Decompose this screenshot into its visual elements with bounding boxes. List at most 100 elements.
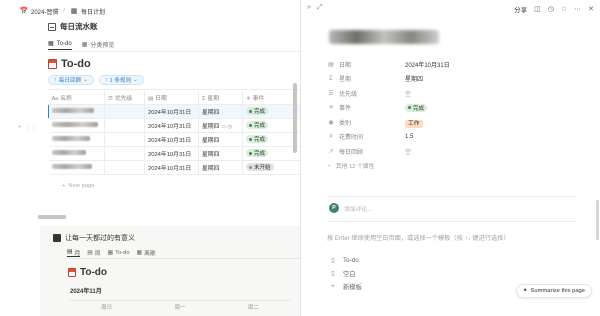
- page-icon: ▯: [331, 257, 335, 264]
- column-header-name[interactable]: Aa 名称: [48, 91, 105, 105]
- collapse-panel-icon[interactable]: »: [307, 4, 311, 12]
- chevron-down-icon: ⌄: [83, 77, 88, 83]
- category-tag[interactable]: 工作: [405, 119, 423, 128]
- breadcrumb: 📅 2024-習慣 / ▦ 每日计划: [20, 6, 105, 16]
- table-row[interactable]: 2024年10月31日 星期四 完成: [48, 104, 300, 119]
- cell-event[interactable]: 完成: [242, 104, 300, 119]
- summarize-button[interactable]: ✦ Summarize this page: [515, 284, 592, 298]
- database-title: 每日流水账: [48, 21, 98, 32]
- chevron-down-icon: ⌄: [327, 162, 332, 168]
- comment-icon[interactable]: ◫: [534, 5, 541, 13]
- table-row[interactable]: 2024年10月31日 星期四 未开始: [48, 160, 300, 175]
- more-icon[interactable]: ⋯: [574, 5, 581, 13]
- column-header-event[interactable]: ✳ 事件: [242, 91, 300, 105]
- comment-input[interactable]: 添加评论...: [344, 204, 372, 213]
- template-item-new[interactable]: + 新模板: [329, 280, 362, 293]
- status-dot: [408, 106, 411, 110]
- vertical-scrollbar[interactable]: [596, 200, 599, 240]
- cell-date[interactable]: 2024年10月31日: [144, 146, 199, 161]
- property-event[interactable]: ✳ 事件 完成: [327, 101, 577, 116]
- share-button[interactable]: 分享: [514, 4, 527, 14]
- tab-category-preview[interactable]: ▦ 分类预览: [82, 38, 115, 50]
- comment-box[interactable]: P 添加评论...: [329, 203, 372, 213]
- table-row[interactable]: 2024年10月31日 星期四 ▭ ◷ 完成: [48, 118, 300, 133]
- database-icon: [53, 234, 61, 242]
- sort-pill[interactable]: ↑ 每日回顾 ⌄: [48, 75, 94, 85]
- cell-date[interactable]: 2024年10月31日: [144, 104, 199, 119]
- property-priority[interactable]: ☰ 优先级 空: [327, 86, 577, 101]
- open-fullpage-icon[interactable]: ⤢: [317, 4, 323, 12]
- plus-icon: +: [331, 283, 335, 290]
- cell-event[interactable]: 未开始: [242, 160, 300, 175]
- section-title-text[interactable]: 让每一天都过的有意义: [65, 233, 135, 243]
- tab-todo[interactable]: ▦ To-do: [108, 248, 130, 257]
- drag-handle-icon[interactable]: ⋮⋮: [25, 125, 37, 132]
- sort-pill-label: 每日回顾: [58, 78, 82, 84]
- tab-todo[interactable]: ▦ To-do: [48, 38, 72, 50]
- database-pane: 📅 2024-習慣 / ▦ 每日计划 每日流水账 ▦ To-do ▦ 分类预览 …: [0, 0, 300, 316]
- property-daily-review[interactable]: ↗ 每日回顾 空: [327, 144, 577, 159]
- tab-month[interactable]: ▤ 月: [67, 248, 81, 257]
- cell-name[interactable]: [48, 146, 105, 161]
- status-badge[interactable]: 完成: [405, 103, 428, 112]
- calendar-icon: ▤: [67, 249, 73, 255]
- calendar-icon: ▤: [148, 95, 154, 102]
- plus-icon[interactable]: +: [18, 125, 22, 132]
- cell-priority[interactable]: [104, 104, 145, 119]
- table-icon: ▦: [136, 249, 143, 256]
- status-badge: 未开始: [246, 163, 274, 171]
- template-item-blank[interactable]: ▯ 空白: [329, 267, 362, 280]
- property-category[interactable]: ◉ 类别 工作: [327, 115, 577, 130]
- table-row[interactable]: 2024年10月31日 星期四 完成: [48, 132, 300, 147]
- cell-date[interactable]: 2024年10月31日: [144, 132, 199, 147]
- number-icon: #: [329, 133, 333, 140]
- calendar-section: 让每一天都过的有意义 ▤ 月 ▤ 周 ▦ To-do ▦ 离散 To-do 2024年1…: [40, 226, 300, 316]
- cell-date[interactable]: 2024年10月31日: [144, 118, 199, 133]
- more-properties-toggle[interactable]: ⌄ 其他 12 个属性: [327, 159, 577, 172]
- cell-priority[interactable]: [104, 146, 145, 161]
- page-title-redacted[interactable]: [329, 30, 439, 44]
- cell-name[interactable]: [48, 132, 105, 147]
- tab-scatter[interactable]: ▦ 离散: [136, 248, 156, 258]
- close-icon[interactable]: ✕: [588, 5, 594, 13]
- database-title-text[interactable]: 每日流水账: [60, 21, 98, 32]
- star-icon[interactable]: ☆: [561, 5, 567, 13]
- row-handle[interactable]: + ⋮⋮: [18, 125, 37, 132]
- breadcrumb-item-page[interactable]: 每日计划: [81, 7, 105, 16]
- cell-name[interactable]: [48, 118, 105, 133]
- column-header-date[interactable]: ▤ 日期: [144, 91, 199, 105]
- divider: [327, 221, 576, 222]
- cell-date[interactable]: 2024年10月31日: [144, 160, 199, 175]
- property-date[interactable]: ▤ 日期 2024年10月31日: [327, 57, 577, 72]
- tab-week[interactable]: ▤ 周: [87, 248, 100, 258]
- cell-priority[interactable]: [104, 160, 145, 175]
- table-row[interactable]: 2024年10月31日 星期四 完成: [48, 146, 300, 161]
- status-dot: [249, 123, 252, 127]
- horizontal-scrollbar[interactable]: [38, 215, 66, 219]
- arrow-up-icon: ↑: [54, 77, 57, 83]
- cell-priority[interactable]: [104, 118, 145, 133]
- cell-name[interactable]: [48, 160, 105, 175]
- cell-name[interactable]: [48, 104, 105, 119]
- new-page-row[interactable]: + New page: [62, 183, 95, 189]
- clock-icon[interactable]: ◷: [548, 5, 554, 13]
- cell-event[interactable]: 完成: [242, 118, 300, 133]
- template-item-todo[interactable]: ▯ To-do: [329, 254, 362, 267]
- vertical-scrollbar[interactable]: [293, 83, 297, 153]
- cell-priority[interactable]: [104, 132, 145, 147]
- column-header-weekday[interactable]: Σ 星期: [198, 91, 243, 105]
- table-icon: ▦: [48, 41, 54, 47]
- cell-event[interactable]: 完成: [242, 132, 300, 147]
- status-dot: [249, 137, 252, 141]
- peek-topbar: » ⤢ 分享 ◫ ◷ ☆ ⋯ ✕: [301, 4, 600, 16]
- cell-event[interactable]: 完成: [242, 146, 300, 161]
- filter-pill[interactable]: ↑ 1 条规则 ⌄: [98, 75, 144, 85]
- column-header-priority[interactable]: ☰ 优先级: [104, 91, 145, 105]
- status-badge: 完成: [246, 121, 269, 129]
- breadcrumb-item-workspace[interactable]: 2024-習慣: [31, 7, 58, 16]
- row-actions-icons[interactable]: ▭ ◷: [221, 124, 231, 130]
- property-time-spent[interactable]: # 花费时间 1.5: [327, 130, 577, 145]
- template-list: ▯ To-do ▯ 空白 + 新模板: [329, 254, 362, 293]
- property-weekday[interactable]: Σ 星期 星期四: [327, 72, 577, 87]
- aa-icon: Aa: [51, 95, 59, 102]
